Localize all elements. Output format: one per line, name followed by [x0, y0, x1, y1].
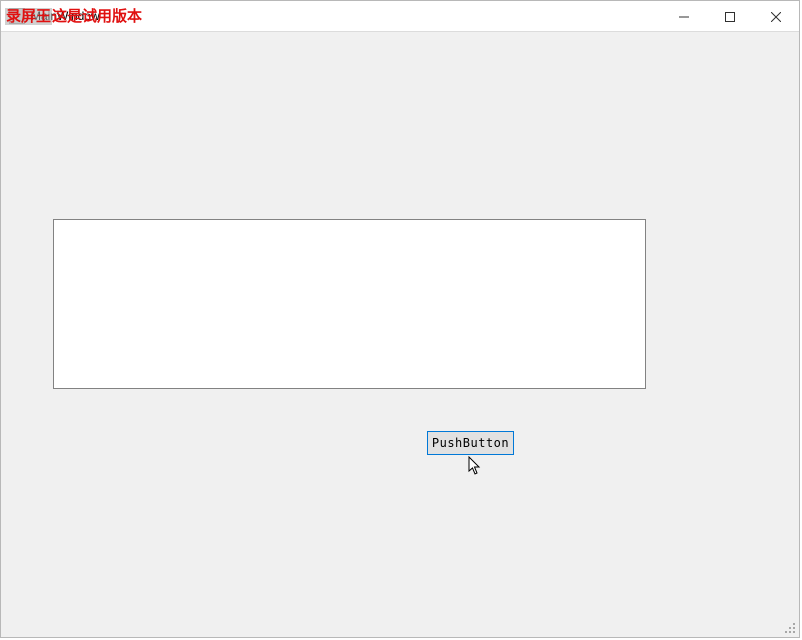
close-icon [771, 12, 781, 22]
titlebar[interactable]: MainWindow 录屏王这是试用版本 [1, 1, 799, 32]
maximize-icon [725, 12, 735, 22]
push-button[interactable]: PushButton [427, 431, 514, 455]
window-title: MainWindow [31, 9, 100, 23]
main-window: MainWindow 录屏王这是试用版本 PushButton [0, 0, 800, 638]
maximize-button[interactable] [707, 1, 753, 32]
resize-grip[interactable] [783, 621, 797, 635]
text-input[interactable] [53, 219, 646, 389]
app-icon [9, 8, 25, 24]
close-button[interactable] [753, 1, 799, 32]
title-wrap: MainWindow [1, 1, 100, 31]
minimize-icon [679, 12, 689, 22]
push-button-label: PushButton [432, 436, 509, 450]
minimize-button[interactable] [661, 1, 707, 32]
resize-grip-icon [783, 621, 797, 635]
client-area: PushButton [1, 32, 799, 637]
window-controls [661, 1, 799, 32]
cursor-icon [468, 456, 482, 481]
